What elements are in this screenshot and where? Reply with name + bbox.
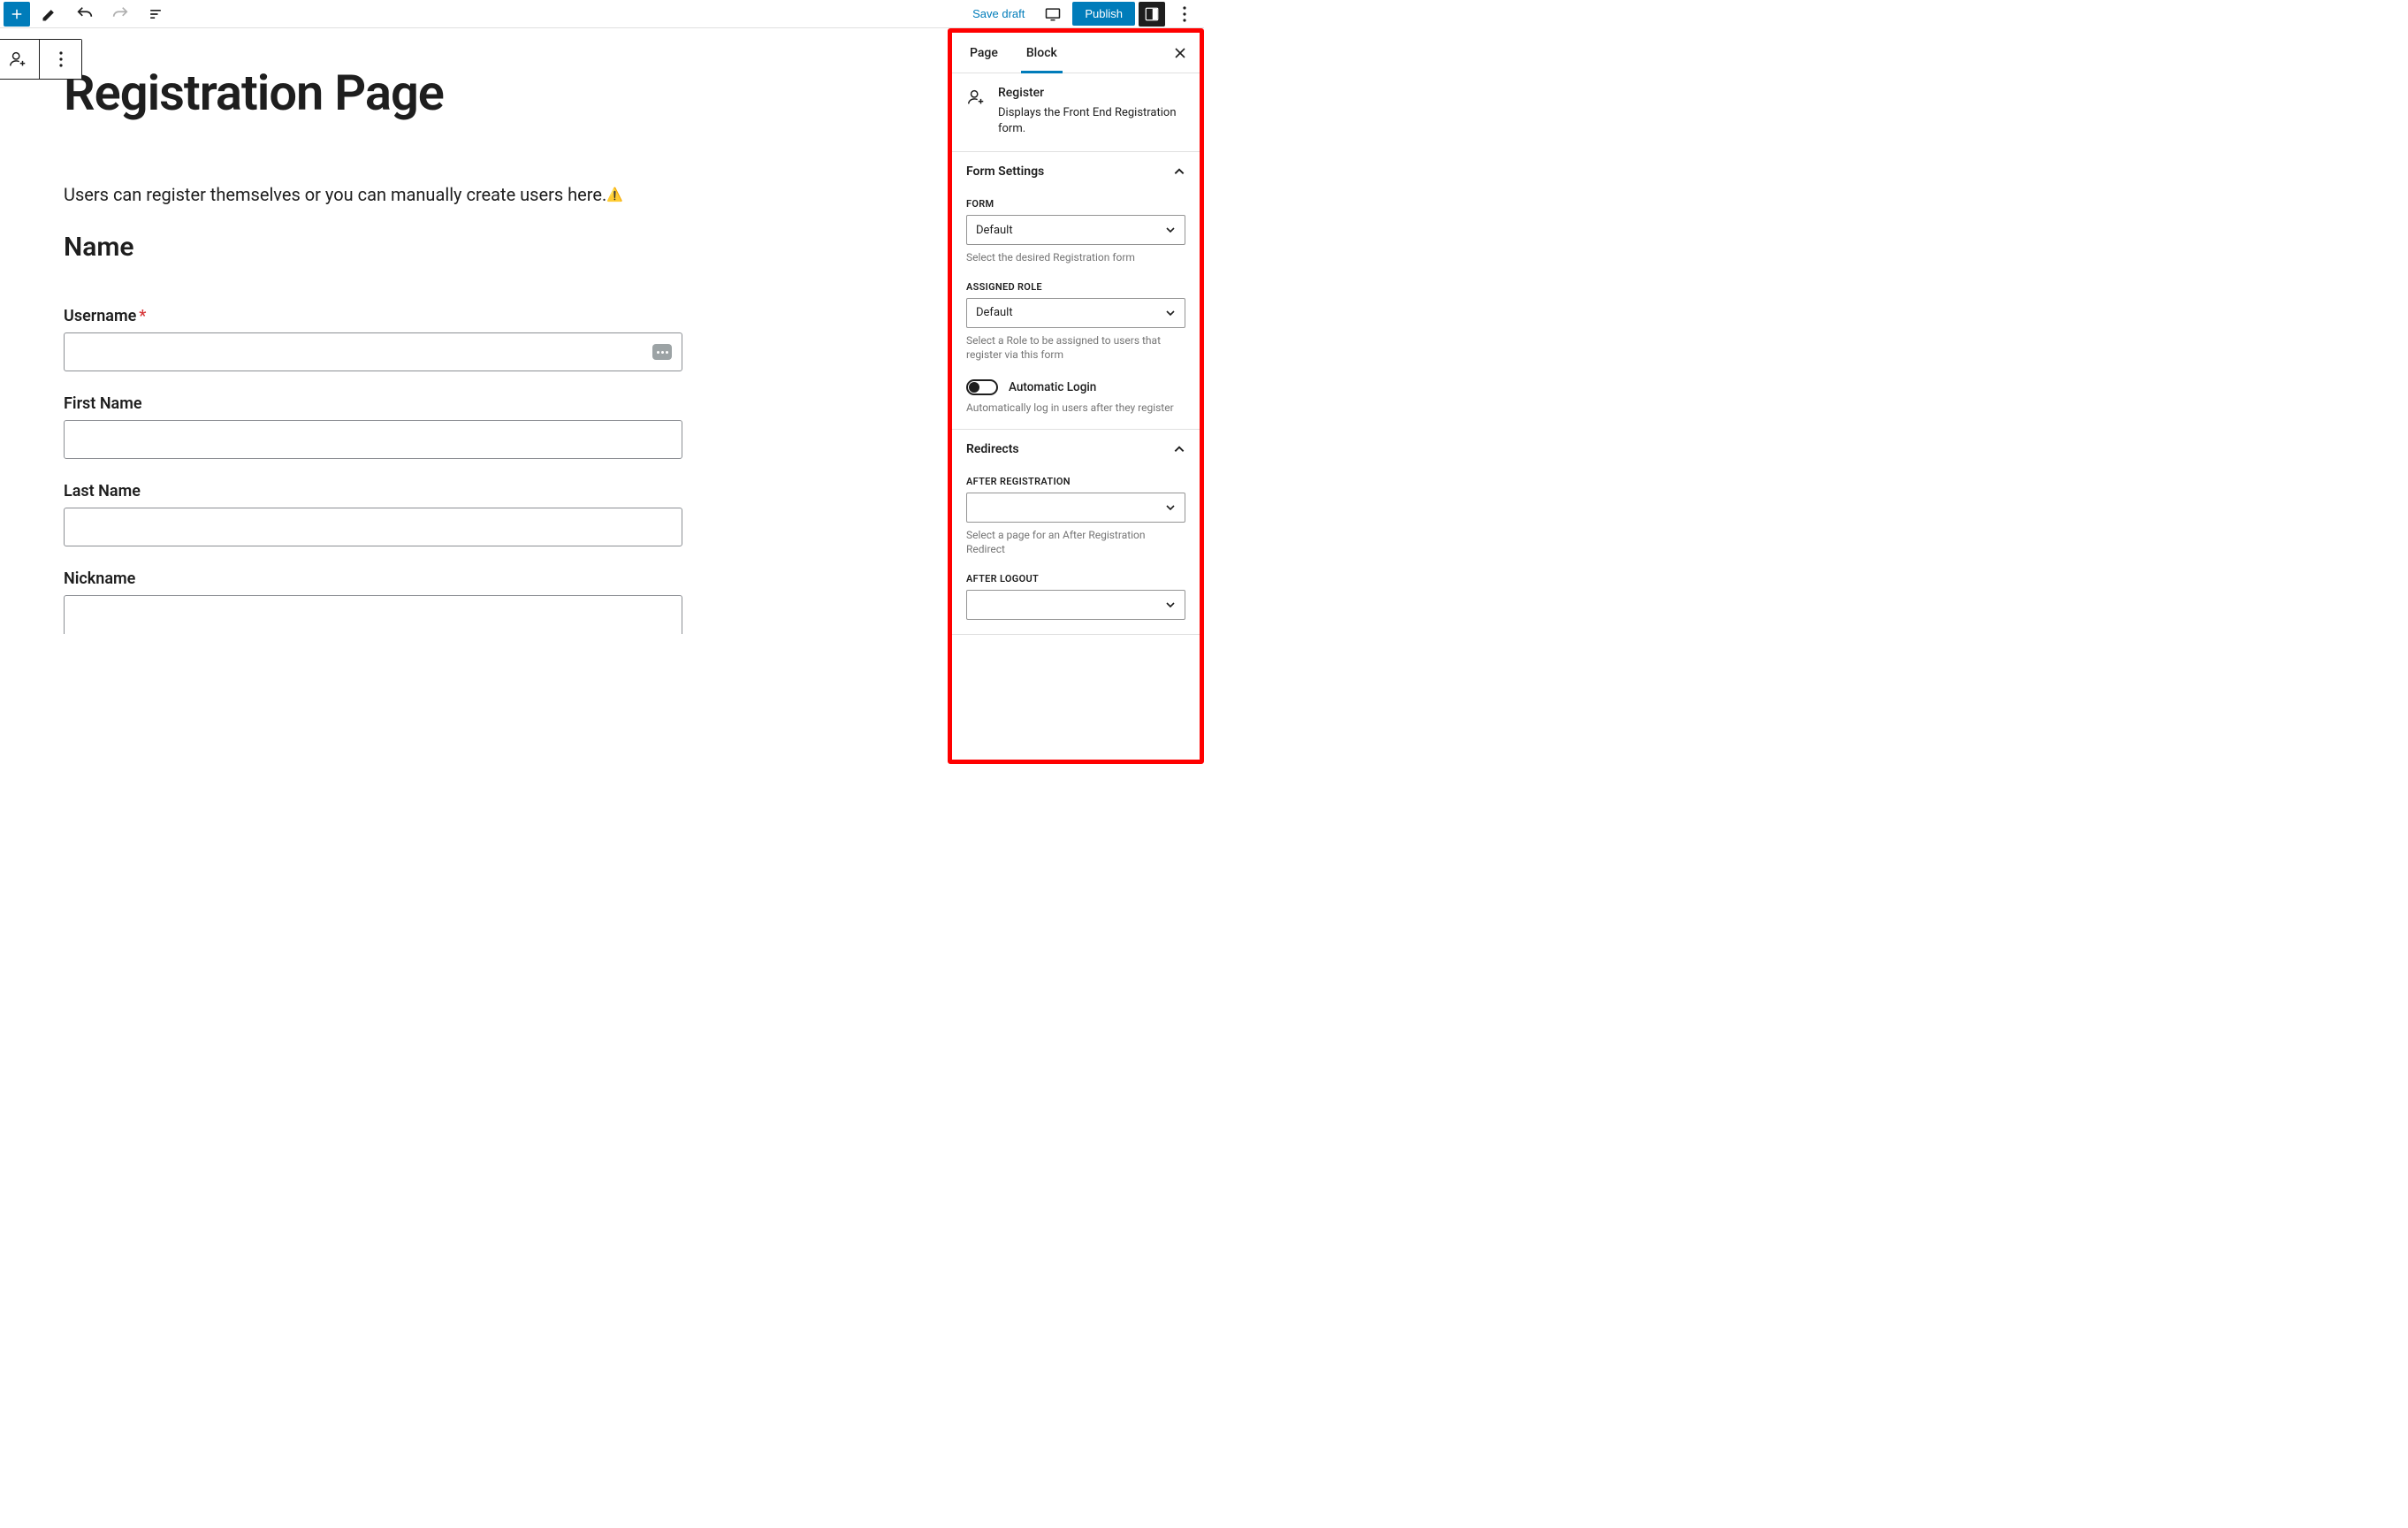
topbar-left-tools xyxy=(4,1,171,27)
tab-page[interactable]: Page xyxy=(956,33,1012,73)
panel-head-redirects[interactable]: Redirects xyxy=(952,430,1200,469)
first-name-label: First Name xyxy=(64,394,682,413)
after-logout-label: AFTER LOGOUT xyxy=(966,573,1185,584)
block-info-desc: Displays the Front End Registration form… xyxy=(998,105,1185,137)
role-select-help: Select a Role to be assigned to users th… xyxy=(966,333,1185,362)
role-field-label: ASSIGNED ROLE xyxy=(966,281,1185,293)
auto-login-help: Automatically log in users after they re… xyxy=(966,401,1185,415)
chevron-down-icon xyxy=(1165,308,1176,318)
edit-mode-button[interactable] xyxy=(34,1,65,27)
section-heading-name: Name xyxy=(64,232,682,263)
preview-button[interactable] xyxy=(1037,1,1069,27)
auto-login-toggle[interactable] xyxy=(966,379,998,395)
editor-topbar: Save draft Publish xyxy=(0,0,1204,28)
auto-login-label: Automatic Login xyxy=(1009,380,1096,394)
after-logout-select[interactable] xyxy=(966,590,1185,620)
role-select[interactable]: Default xyxy=(966,298,1185,328)
topbar-right-tools: Save draft Publish xyxy=(964,1,1200,27)
field-nickname: Nickname xyxy=(64,569,682,634)
auto-login-row: Automatic Login xyxy=(966,379,1185,395)
role-select-value: Default xyxy=(976,306,1013,319)
after-reg-help: Select a page for an After Registration … xyxy=(966,528,1185,556)
intro-text: Users can register themselves or you can… xyxy=(64,184,606,205)
panel-form-settings: Form Settings FORM Default Select the de… xyxy=(952,152,1200,430)
form-select-value: Default xyxy=(976,224,1013,237)
last-name-label: Last Name xyxy=(64,482,682,500)
form-select[interactable]: Default xyxy=(966,215,1185,245)
register-block-intro: Users can register themselves or you can… xyxy=(64,184,682,205)
block-info-card: Register Displays the Front End Registra… xyxy=(952,73,1200,152)
chevron-down-icon xyxy=(1165,225,1176,235)
settings-sidebar-toggle[interactable] xyxy=(1139,2,1165,27)
nickname-label: Nickname xyxy=(64,569,682,588)
panel-head-form-settings[interactable]: Form Settings xyxy=(952,152,1200,191)
username-input[interactable] xyxy=(64,332,682,371)
chevron-up-icon xyxy=(1173,443,1185,455)
password-manager-icon[interactable] xyxy=(652,344,672,360)
nickname-input[interactable] xyxy=(64,595,682,634)
form-select-help: Select the desired Registration form xyxy=(966,250,1185,264)
field-last-name: Last Name xyxy=(64,482,682,546)
panel-redirects: Redirects AFTER REGISTRATION Select a pa… xyxy=(952,430,1200,634)
redo-button[interactable] xyxy=(104,1,136,27)
block-info-title: Register xyxy=(998,86,1185,100)
panel-title-redirects: Redirects xyxy=(966,442,1019,456)
required-asterisk: * xyxy=(139,307,146,325)
add-block-button[interactable] xyxy=(4,2,30,27)
username-label: Username* xyxy=(64,307,682,325)
main-wrap: Registration Page Users can register the… xyxy=(0,28,1204,764)
page-title[interactable]: Registration Page xyxy=(64,64,682,122)
close-sidebar-button[interactable] xyxy=(1164,37,1196,69)
chevron-up-icon xyxy=(1173,165,1185,178)
after-reg-label: AFTER REGISTRATION xyxy=(966,476,1185,487)
settings-sidebar: Page Block Register Displays the Front E… xyxy=(948,28,1204,764)
first-name-input[interactable] xyxy=(64,420,682,459)
panel-title-form-settings: Form Settings xyxy=(966,164,1044,179)
register-block-icon xyxy=(966,88,986,107)
publish-button[interactable]: Publish xyxy=(1072,2,1135,26)
field-first-name: First Name xyxy=(64,394,682,459)
field-username: Username* xyxy=(64,307,682,371)
sidebar-tabs: Page Block xyxy=(952,33,1200,73)
block-type-icon-button[interactable] xyxy=(0,40,39,79)
undo-button[interactable] xyxy=(69,1,101,27)
editor-canvas[interactable]: Registration Page Users can register the… xyxy=(0,28,948,764)
form-field-label: FORM xyxy=(966,198,1185,210)
last-name-input[interactable] xyxy=(64,508,682,546)
editor-content: Registration Page Users can register the… xyxy=(64,64,682,634)
block-toolbar xyxy=(0,39,82,80)
document-overview-button[interactable] xyxy=(140,1,171,27)
warning-icon: ⚠️ xyxy=(606,187,623,202)
chevron-down-icon xyxy=(1165,502,1176,513)
after-reg-select[interactable] xyxy=(966,493,1185,523)
chevron-down-icon xyxy=(1165,600,1176,610)
tab-block[interactable]: Block xyxy=(1012,33,1071,73)
block-more-button[interactable] xyxy=(39,40,81,79)
more-options-button[interactable] xyxy=(1169,1,1200,27)
save-draft-button[interactable]: Save draft xyxy=(964,7,1033,20)
